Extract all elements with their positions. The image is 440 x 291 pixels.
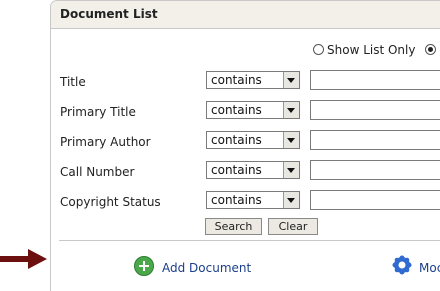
operator-value: contains <box>211 133 262 147</box>
field-label-primary-author: Primary Author <box>60 135 151 149</box>
view-option-radio-selected[interactable] <box>425 44 437 55</box>
primary-author-input[interactable] <box>310 130 440 150</box>
chevron-down-icon[interactable] <box>283 132 299 148</box>
primary-title-input[interactable] <box>310 100 440 120</box>
second-action-link[interactable]: Moc <box>419 261 440 275</box>
chevron-down-icon[interactable] <box>283 102 299 118</box>
chevron-down-icon[interactable] <box>283 72 299 88</box>
operator-select-primary-title[interactable]: contains <box>206 101 300 119</box>
copyright-status-input[interactable] <box>310 190 440 210</box>
title-input[interactable] <box>310 70 440 90</box>
chevron-down-icon[interactable] <box>283 162 299 178</box>
field-label-copyright-status: Copyright Status <box>60 195 161 209</box>
call-number-input[interactable] <box>310 160 440 180</box>
operator-select-title[interactable]: contains <box>206 71 300 89</box>
operator-value: contains <box>211 103 262 117</box>
field-label-primary-title: Primary Title <box>60 105 136 119</box>
operator-value: contains <box>211 163 262 177</box>
arrow-right-icon <box>0 248 48 270</box>
gear-icon[interactable] <box>392 255 412 275</box>
operator-value: contains <box>211 73 262 87</box>
view-options: Show List Only <box>313 43 439 57</box>
show-list-only-label: Show List Only <box>327 43 416 57</box>
field-label-call-number: Call Number <box>60 165 135 179</box>
show-list-only-radio[interactable] <box>313 44 324 55</box>
field-label-title: Title <box>60 75 86 89</box>
operator-select-primary-author[interactable]: contains <box>206 131 300 149</box>
add-document-link[interactable]: Add Document <box>162 261 251 275</box>
chevron-down-icon[interactable] <box>283 192 299 208</box>
panel-header: Document List <box>51 1 440 29</box>
panel-title: Document List <box>60 7 158 21</box>
operator-value: contains <box>211 193 262 207</box>
operator-select-call-number[interactable]: contains <box>206 161 300 179</box>
document-list-panel: Document List Show List Only Title conta… <box>50 0 440 291</box>
search-button[interactable]: Search <box>205 218 262 235</box>
operator-select-copyright-status[interactable]: contains <box>206 191 300 209</box>
plus-circle-icon[interactable] <box>134 256 154 276</box>
clear-button[interactable]: Clear <box>268 218 318 235</box>
divider <box>59 240 440 241</box>
